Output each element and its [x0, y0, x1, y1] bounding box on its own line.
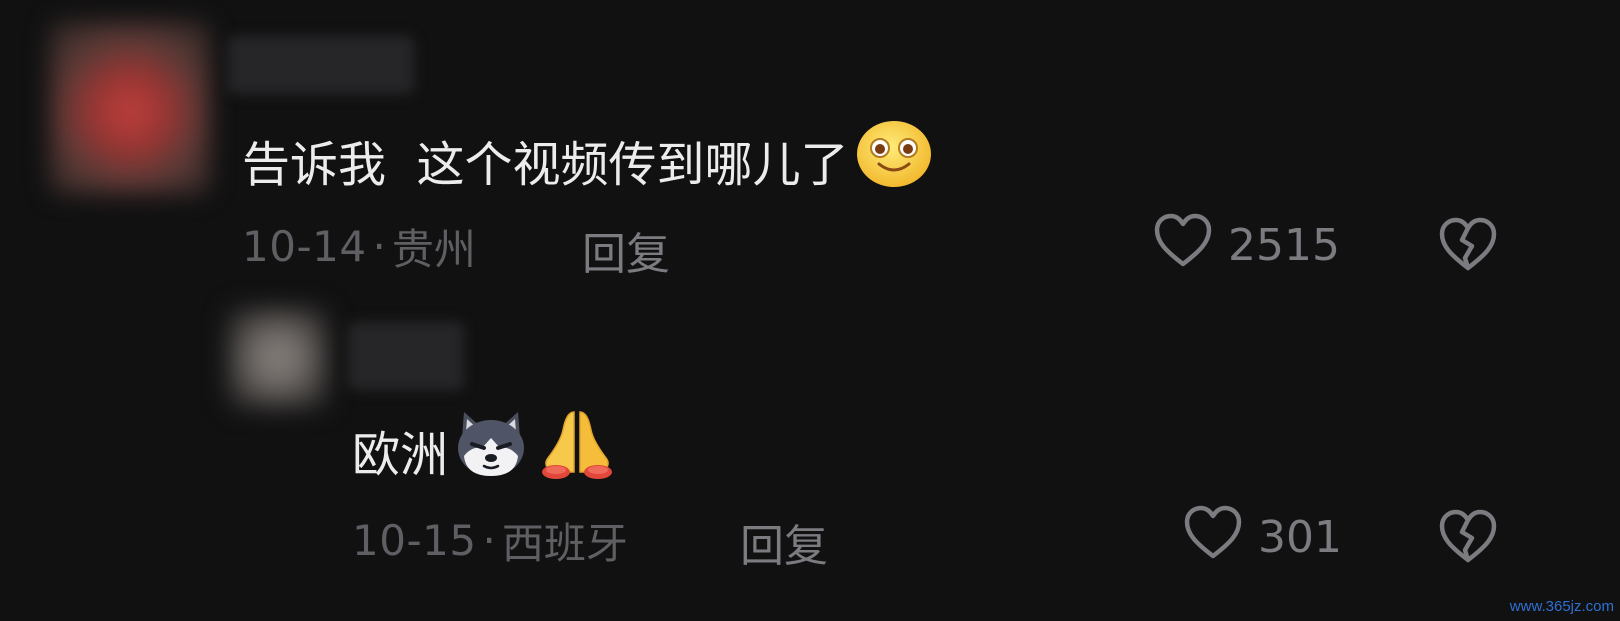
watermark: www.365jz.com — [1509, 598, 1614, 615]
broken-heart-icon — [1436, 509, 1500, 570]
smile-emoji — [855, 118, 933, 202]
comment-text: 欧洲 — [352, 410, 620, 490]
comment-body: 告诉我 这个视频传到哪儿了 — [242, 137, 849, 193]
dislike-button[interactable] — [1436, 214, 1500, 278]
comment-location: 西班牙 — [501, 518, 628, 568]
broken-heart-icon — [1436, 217, 1500, 278]
like-count: 2515 — [1228, 219, 1340, 271]
comment-date: 10-14 — [242, 221, 367, 271]
username-blurred[interactable] — [348, 322, 464, 390]
reply-button[interactable]: 回复 — [582, 218, 670, 282]
comment-meta: 10-14 · 贵州 — [242, 216, 476, 276]
comment-location: 贵州 — [391, 224, 476, 274]
heart-outline-icon — [1182, 503, 1244, 572]
avatar[interactable] — [50, 22, 210, 194]
heart-outline-icon — [1152, 211, 1214, 280]
comment-date: 10-15 — [352, 515, 477, 565]
like-count: 301 — [1258, 511, 1342, 563]
like-button[interactable]: 301 — [1182, 505, 1342, 568]
comment-body: 欧洲 — [352, 427, 449, 483]
username-blurred[interactable] — [228, 36, 414, 94]
reply-button[interactable]: 回复 — [740, 510, 828, 574]
like-button[interactable]: 2515 — [1152, 213, 1340, 276]
dislike-button[interactable] — [1436, 506, 1500, 570]
husky-dog-emoji — [454, 408, 528, 492]
comment-meta: 10-15 · 西班牙 — [352, 510, 628, 570]
meta-separator: · — [482, 515, 496, 565]
comment-text: 告诉我 这个视频传到哪儿了 — [242, 120, 933, 200]
meta-separator: · — [372, 221, 386, 271]
avatar[interactable] — [228, 308, 328, 408]
praying-hands-emoji — [534, 406, 620, 494]
